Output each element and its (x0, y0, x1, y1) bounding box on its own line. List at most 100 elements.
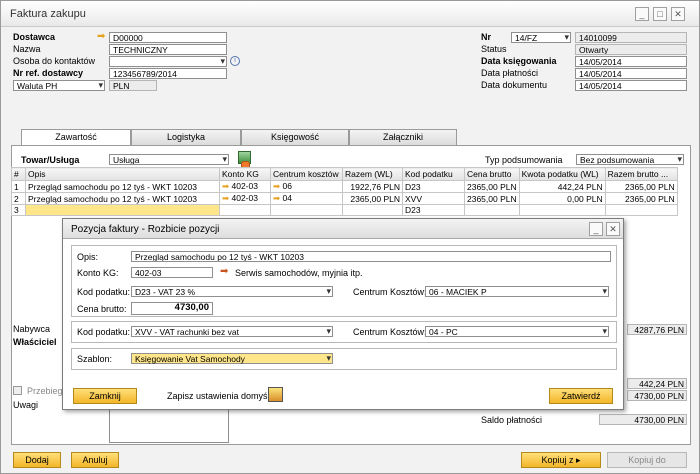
zatwierdz-button[interactable]: Zatwierdź (549, 388, 613, 404)
maximize-button[interactable]: □ (653, 7, 667, 21)
dropdown-arrow-icon: ▸ (576, 455, 581, 465)
dialog-minimize-button[interactable]: _ (589, 222, 603, 236)
save-defaults-icon[interactable] (268, 387, 283, 402)
kod1-label: Kod podatku: (77, 287, 131, 297)
nr-value: 14010099 (575, 32, 687, 43)
table-row[interactable]: 2 Przegląd samochodu po 12 tyś - WKT 102… (11, 192, 678, 205)
link-arrow-icon[interactable]: ➡ (222, 182, 229, 192)
cell-centrum[interactable] (270, 204, 343, 216)
cell-kod[interactable]: D23 (402, 204, 465, 216)
dialog-title: Pozycja faktury - Rozbicie pozycji (71, 224, 220, 235)
col-header-num[interactable]: # (11, 167, 26, 181)
cell-razem-brutto[interactable]: 2365,00 PLN (604, 192, 678, 205)
info-icon[interactable]: i (230, 56, 240, 66)
data-dok-label: Data dokumentu (481, 80, 548, 90)
cell-opis[interactable] (25, 204, 220, 216)
row-num: 1 (11, 180, 26, 193)
kod1-select[interactable]: D23 - VAT 23 % (131, 286, 333, 297)
opis-label: Opis: (77, 252, 99, 262)
link-arrow-icon[interactable]: ➡ (273, 194, 280, 204)
cell-razem[interactable]: 2365,00 PLN (342, 192, 403, 205)
link-arrow-icon[interactable]: ➡ (222, 194, 229, 204)
kod2-label: Kod podatku: (77, 327, 131, 337)
nrref-label: Nr ref. dostawcy (13, 68, 84, 78)
col-header-razem[interactable]: Razem (WL) (342, 167, 403, 181)
col-header-cena[interactable]: Cena brutto (464, 167, 520, 181)
saldo-label: Saldo płatności (481, 415, 543, 425)
data-ks-field[interactable]: 14/05/2014 (575, 56, 687, 67)
cell-razem-brutto[interactable] (604, 204, 678, 216)
nabywca-label: Nabywca (13, 324, 51, 334)
wlasciciel-label: Właściciel (13, 337, 57, 347)
konto-value: 402-03 (231, 181, 258, 192)
link-arrow-icon[interactable]: ➡ (220, 267, 228, 277)
cell-razem-brutto[interactable]: 2365,00 PLN (604, 180, 678, 193)
szablon-select[interactable]: Księgowanie Vat Samochody (131, 353, 333, 364)
minimize-button[interactable]: _ (635, 7, 649, 21)
cell-cena[interactable] (464, 204, 520, 216)
osoba-select[interactable] (109, 56, 227, 67)
cell-cena[interactable]: 2365,00 PLN (464, 192, 520, 205)
konto-field[interactable]: 402-03 (131, 267, 213, 278)
przebieg-checkbox[interactable] (13, 386, 22, 395)
zamknij-button[interactable]: Zamknij (73, 388, 137, 404)
nr-series-select[interactable]: 14/FZ (511, 32, 571, 43)
data-dok-field[interactable]: 14/05/2014 (575, 80, 687, 91)
opis-field[interactable]: Przegląd samochodu po 12 tyś - WKT 10203 (131, 251, 611, 262)
centrum1-select[interactable]: 06 - MACIEK P (425, 286, 609, 297)
kopiuj-z-button[interactable]: Kopiuj z ▸ (521, 452, 601, 468)
table-row[interactable]: 1 Przegląd samochodu po 12 tyś - WKT 102… (11, 180, 678, 193)
col-header-konto[interactable]: Konto KG (219, 167, 271, 181)
link-arrow-icon[interactable]: ➡ (97, 32, 105, 42)
tab-ksiegowosc[interactable]: Księgowość (241, 129, 349, 145)
cena-label: Cena brutto: (77, 304, 127, 314)
table-row[interactable]: 3 D23 (11, 204, 678, 216)
nrref-field[interactable]: 123456789/2014 (109, 68, 227, 79)
cell-cena[interactable]: 2365,00 PLN (464, 180, 520, 193)
cell-opis[interactable]: Przegląd samochodu po 12 tyś - WKT 10203 (25, 180, 220, 193)
cell-konto[interactable] (219, 204, 271, 216)
cell-kwota[interactable] (518, 204, 606, 216)
cell-konto[interactable]: ➡ 402-03 (219, 192, 271, 205)
col-header-opis[interactable]: Opis (25, 167, 220, 181)
tab-zalaczniki[interactable]: Załączniki (349, 129, 457, 145)
cell-razem[interactable] (342, 204, 403, 216)
typ-select[interactable]: Bez podsumowania (576, 154, 684, 165)
title-bar: Faktura zakupu _ □ ✕ (1, 1, 699, 27)
centrum2-select[interactable]: 04 - PC (425, 326, 609, 337)
cell-kwota[interactable]: 0,00 PLN (518, 192, 606, 205)
waluta-select[interactable]: Waluta PH (13, 80, 105, 91)
nazwa-field[interactable]: TECHNICZNY (109, 44, 227, 55)
data-pl-field[interactable]: 14/05/2014 (575, 68, 687, 79)
cell-kod[interactable]: D23 (402, 180, 465, 193)
link-arrow-icon[interactable]: ➡ (273, 182, 280, 192)
cell-kwota[interactable]: 442,24 PLN (518, 180, 606, 193)
col-header-razem-brutto[interactable]: Razem brutto ... (604, 167, 678, 181)
cell-centrum[interactable]: ➡ 06 (270, 180, 343, 193)
col-header-centrum[interactable]: Centrum kosztów (270, 167, 343, 181)
dostawca-field[interactable]: D00000 (109, 32, 227, 43)
kopiuj-do-button[interactable]: Kopiuj do (607, 452, 687, 468)
cena-field[interactable]: 4730,00 (131, 302, 213, 315)
col-header-kod[interactable]: Kod podatku (402, 167, 465, 181)
towar-select[interactable]: Usługa (109, 154, 229, 165)
anuluj-button[interactable]: Anuluj (71, 452, 119, 468)
cell-razem[interactable]: 1922,76 PLN (342, 180, 403, 193)
total-vat: 442,24 PLN (627, 378, 687, 389)
close-button[interactable]: ✕ (671, 7, 685, 21)
cell-opis[interactable]: Przegląd samochodu po 12 tyś - WKT 10203 (25, 192, 220, 205)
col-header-kwota[interactable]: Kwota podatku (WL) (518, 167, 606, 181)
cell-kod[interactable]: XVV (402, 192, 465, 205)
waluta-value: PLN (109, 80, 157, 91)
cell-centrum[interactable]: ➡ 04 (270, 192, 343, 205)
dialog-close-button[interactable]: ✕ (606, 222, 620, 236)
tab-logistyka[interactable]: Logistyka (131, 129, 241, 145)
total-netto: 4287,76 PLN (627, 324, 687, 335)
dodaj-button[interactable]: Dodaj (13, 452, 61, 468)
nr-label: Nr (481, 32, 492, 42)
row-num: 2 (11, 192, 26, 205)
cell-konto[interactable]: ➡ 402-03 (219, 180, 271, 193)
tab-zawartosc[interactable]: Zawartość (21, 129, 131, 146)
dostawca-label: Dostawca (13, 32, 56, 42)
kod2-select[interactable]: XVV - VAT rachunki bez vat (131, 326, 333, 337)
